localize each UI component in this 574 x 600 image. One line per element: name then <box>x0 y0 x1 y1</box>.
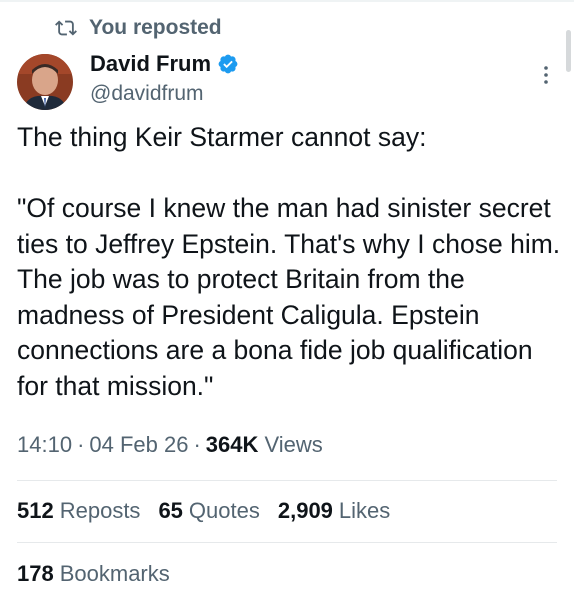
tweet-time[interactable]: 14:10 <box>17 432 72 457</box>
scrollbar[interactable] <box>566 30 571 72</box>
author-handle[interactable]: @davidfrum <box>90 82 239 106</box>
tweet-text-intro: The thing Keir Starmer cannot say: <box>17 122 427 152</box>
tweet-text: The thing Keir Starmer cannot say: "Of c… <box>17 120 562 404</box>
verified-badge-icon <box>218 54 238 74</box>
tweet-meta: 14:10 · 04 Feb 26 · 364K Views <box>17 432 323 458</box>
author-name[interactable]: David Frum <box>90 51 211 77</box>
likes-count: 2,909 <box>277 498 333 523</box>
bookmarks-stat[interactable]: 178 Bookmarks <box>17 561 170 587</box>
views-label: Views <box>264 432 323 457</box>
avatar-image <box>17 54 73 110</box>
quotes-label: Quotes <box>188 498 260 523</box>
views-count: 364K <box>205 432 259 457</box>
likes-stat[interactable]: 2,909 Likes <box>278 498 390 524</box>
bookmarks-stats: 178 Bookmarks <box>17 561 188 587</box>
meta-separator: · <box>193 432 201 457</box>
bookmarks-label: Bookmarks <box>59 561 170 586</box>
quotes-count: 65 <box>158 498 183 523</box>
bookmarks-count: 178 <box>17 561 54 586</box>
reposts-stat[interactable]: 512 Reposts <box>17 498 140 524</box>
more-options-icon[interactable] <box>536 64 556 86</box>
repost-label: You reposted <box>89 16 222 39</box>
top-divider <box>0 0 574 2</box>
author-block[interactable]: David Frum @davidfrum <box>90 50 239 106</box>
quotes-stat[interactable]: 65 Quotes <box>158 498 259 524</box>
tweet-text-quote: "Of course I knew the man had sinister s… <box>17 193 568 401</box>
meta-separator: · <box>77 432 85 457</box>
likes-label: Likes <box>338 498 391 523</box>
avatar[interactable] <box>17 54 73 110</box>
repost-icon <box>55 20 77 36</box>
reposts-label: Reposts <box>59 498 141 523</box>
engagement-stats: 512 Reposts 65 Quotes 2,909 Likes <box>17 498 408 524</box>
reposts-count: 512 <box>17 498 54 523</box>
divider <box>17 542 557 543</box>
divider <box>17 480 557 481</box>
repost-header[interactable]: You reposted <box>55 15 222 41</box>
tweet-date[interactable]: 04 Feb 26 <box>89 432 188 457</box>
